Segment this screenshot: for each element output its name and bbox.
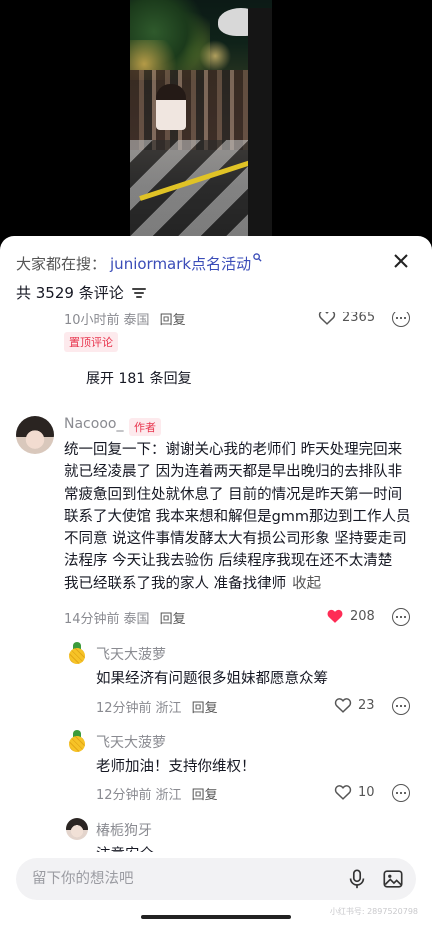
comment-location: 泰国 — [123, 313, 150, 328]
comment-meta: 14分钟前 泰国 回复 — [64, 608, 186, 627]
home-indicator[interactable] — [141, 915, 291, 919]
pineapple-icon[interactable] — [66, 642, 88, 664]
comment-count: 共 3529 条评论 — [16, 284, 124, 302]
like-button[interactable]: 23 — [334, 697, 375, 713]
like-count: 2365 — [342, 312, 376, 325]
sort-icon[interactable] — [131, 287, 146, 299]
pineapple-icon[interactable] — [66, 730, 88, 752]
comment-location: 浙江 — [155, 701, 182, 716]
author-badge: 作者 — [129, 418, 161, 436]
more-options-icon[interactable] — [392, 697, 410, 715]
comment-location: 泰国 — [123, 612, 150, 627]
comment-time: 12分钟前 — [96, 701, 152, 716]
comment-location: 浙江 — [155, 788, 182, 803]
comment-line: 统一回复一下：谢谢关心我的老师们 昨天处理完回来 — [64, 442, 403, 458]
heart-outline-icon — [318, 312, 336, 325]
expand-replies-link[interactable]: 展开 181 条回复 — [86, 368, 192, 388]
close-button[interactable] — [388, 248, 414, 274]
collapse-link[interactable]: 收起 — [292, 576, 321, 592]
pinned-badge: 置顶评论 — [64, 332, 118, 352]
reply-body: 如果经济有问题很多姐妹都愿意众筹 — [96, 671, 328, 687]
trending-search-term[interactable]: juniormark点名活动 — [110, 253, 251, 274]
video-scene-person — [156, 84, 186, 130]
pinned-comment-meta: 10小时前 泰国 回复 — [64, 312, 186, 328]
trending-search-prefix: 大家都在搜： — [16, 254, 107, 273]
more-options-icon[interactable] — [392, 608, 410, 626]
trending-search[interactable]: 大家都在搜： juniormark点名活动 — [16, 252, 262, 274]
video-frame[interactable] — [130, 0, 272, 238]
watermark: 小红书号: 2897520798 — [329, 907, 418, 916]
reply-meta: 12分钟前 浙江 回复 — [96, 784, 218, 803]
comment-time: 12分钟前 — [96, 788, 152, 803]
more-options-icon[interactable] — [392, 312, 410, 327]
comment-line: 不同意 说这件事情发酵太大有损公司形象 坚持要走司 — [64, 531, 407, 548]
comment-line-last: 我已经联系了我的家人 准备找律师 收起 — [64, 573, 420, 595]
username[interactable]: Nacooo_ — [64, 416, 123, 432]
close-icon — [394, 254, 408, 268]
video-player[interactable] — [0, 0, 432, 240]
like-button[interactable]: 10 — [334, 784, 375, 800]
comment-list[interactable]: 10小时前 泰国 回复 2365 置顶评论 展开 181 条回复 Nacooo_… — [0, 312, 432, 852]
reply-button[interactable]: 回复 — [160, 608, 186, 627]
reply-meta: 12分钟前 浙江 回复 — [96, 697, 218, 716]
comment-line: 常疲惫回到住处就休息了 目前的情况是昨天第一时间 — [64, 486, 403, 503]
username[interactable]: 椿栀狗牙 — [96, 820, 152, 840]
like-button[interactable]: 208 — [326, 608, 375, 624]
heart-outline-icon — [334, 785, 352, 800]
heart-outline-icon — [334, 698, 352, 713]
like-count: 208 — [350, 608, 375, 624]
reply-button[interactable]: 回复 — [160, 312, 186, 328]
comment-line: 我已经联系了我的家人 准备找律师 — [64, 575, 287, 592]
comment-input[interactable] — [32, 858, 312, 900]
comment-count-row: 共 3529 条评论 — [16, 282, 146, 303]
comment-time: 14分钟前 — [64, 612, 120, 627]
comment-input-bar[interactable] — [16, 858, 416, 900]
like-button[interactable]: 2365 — [318, 312, 375, 325]
image-icon[interactable] — [382, 868, 404, 890]
search-icon — [253, 251, 262, 265]
comment-body: 统一回复一下：谢谢关心我的老师们 昨天处理完回来 就已经凌晨了 因为连着两天都是… — [64, 439, 420, 595]
comment-time: 10小时前 — [64, 313, 120, 328]
reply-button[interactable]: 回复 — [192, 784, 218, 803]
like-count: 23 — [358, 697, 375, 713]
video-scene-pole — [248, 8, 272, 238]
username[interactable]: 飞天大菠萝 — [96, 732, 166, 752]
heart-filled-icon — [327, 609, 343, 623]
avatar[interactable] — [16, 416, 54, 454]
more-options-icon[interactable] — [392, 784, 410, 802]
reply-body: 注意安全 — [96, 843, 154, 852]
comment-line: 联系了大使馆 我本来想和解但是gmm那边到工作人员 — [64, 508, 411, 525]
avatar-girl[interactable] — [66, 818, 88, 840]
microphone-icon[interactable] — [346, 868, 368, 890]
comment-line: 法程序 今天让我去验伤 后续程序我现在还不太清楚 — [64, 553, 393, 570]
username[interactable]: 飞天大菠萝 — [96, 644, 166, 664]
reply-button[interactable]: 回复 — [192, 697, 218, 716]
comment-panel: 大家都在搜： juniormark点名活动 共 3529 条评论 10小时前 泰… — [0, 236, 432, 926]
reply-body: 老师加油！支持你维权！ — [96, 759, 256, 775]
like-count: 10 — [358, 784, 375, 800]
comment-line: 就已经凌晨了 因为连着两天都是早出晚归的去排队非 — [64, 464, 403, 481]
